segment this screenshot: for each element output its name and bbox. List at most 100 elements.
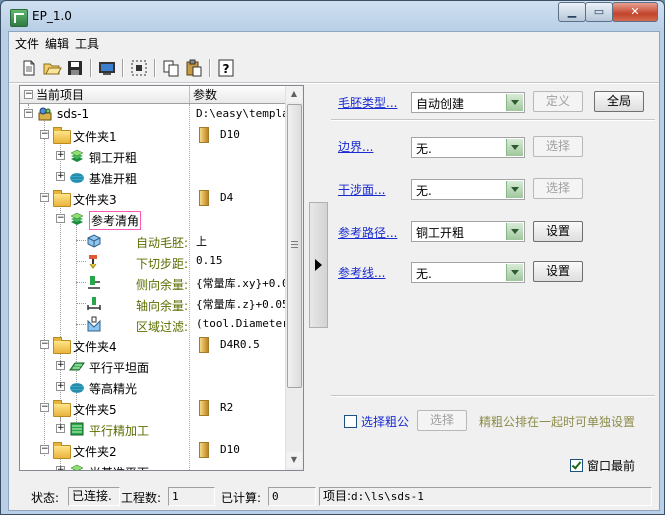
tree-item-label[interactable]: 基准开粗 <box>89 170 137 187</box>
new-file-icon[interactable] <box>19 58 39 78</box>
panel-toggle-splitter[interactable] <box>309 202 328 328</box>
tree-property-value[interactable]: {常量库.z}+0.05 <box>196 296 289 312</box>
expand-toggle[interactable]: + <box>56 172 65 181</box>
tree-folder-row[interactable]: − 文件夹2 D10 <box>20 440 292 461</box>
project-tree[interactable]: − 当前项目 参数 − sds-1 D:\easy\templat − 文件夹1 D10 +… <box>19 85 304 471</box>
scroll-down-button[interactable]: ▼ <box>286 452 302 468</box>
tree-folder-row[interactable]: − 文件夹4 D4R0.5 <box>20 335 292 356</box>
tree-row[interactable]: + 平行平坦面 <box>20 356 292 377</box>
tree-row[interactable]: − 参考清角 <box>20 209 292 230</box>
tree-row[interactable]: + 平行精加工 <box>20 419 292 440</box>
tree-property-row[interactable]: 轴向余量: {常量库.z}+0.05 <box>20 293 292 314</box>
tree-property-row[interactable]: 下切步距: 0.15 <box>20 251 292 272</box>
title-bar[interactable]: EP_1.0 ▁ ▭ ✕ <box>1 1 664 31</box>
ref-line-setup-button[interactable]: 设置 <box>533 261 583 282</box>
collapse-toggle[interactable]: − <box>40 445 49 454</box>
blank-type-link[interactable]: 毛胚类型... <box>338 94 397 111</box>
boundary-select-button[interactable]: 选择 <box>533 136 583 157</box>
expand-toggle[interactable]: + <box>56 424 65 433</box>
collapse-all-toggle[interactable]: − <box>24 90 33 99</box>
tree-col-param[interactable]: 参数 <box>193 87 217 103</box>
tree-item-label[interactable]: 文件夹2 <box>73 443 117 460</box>
scroll-thumb[interactable] <box>287 104 302 388</box>
define-button[interactable]: 定义 <box>533 91 583 112</box>
tree-folder-row[interactable]: − 文件夹3 D4 <box>20 188 292 209</box>
rough-select-checkbox[interactable] <box>344 415 357 428</box>
status-state-label: 状态: <box>31 491 60 505</box>
select-frame-icon[interactable] <box>129 58 149 78</box>
topmost-label[interactable]: 窗口最前 <box>587 457 635 474</box>
expand-toggle[interactable]: + <box>56 382 65 391</box>
tree-item-label[interactable]: 文件夹5 <box>73 401 117 418</box>
tree-item-label[interactable]: 文件夹1 <box>73 128 117 145</box>
tree-item-label[interactable]: 文件夹4 <box>73 338 117 355</box>
tree-item-label[interactable]: 参考清角 <box>89 211 142 230</box>
tree-vertical-scrollbar[interactable]: ▲ ▼ <box>285 86 303 470</box>
monitor-icon[interactable] <box>97 58 117 78</box>
blank-type-combo[interactable]: 自动创建 <box>411 92 525 113</box>
tree-folder-row[interactable]: − 文件夹5 R2 <box>20 398 292 419</box>
tree-property-row[interactable]: 侧向余量: {常量库.xy}+0.05 <box>20 272 292 293</box>
tree-row[interactable]: + 等高精光 <box>20 377 292 398</box>
expand-toggle[interactable]: + <box>56 361 65 370</box>
dropdown-arrow-icon[interactable] <box>506 139 523 156</box>
menu-file[interactable]: 文件 <box>13 32 43 52</box>
tree-item-label[interactable]: 光基准平面 <box>89 464 149 470</box>
tree-row[interactable]: − sds-1 D:\easy\templat <box>20 104 292 125</box>
collapse-toggle[interactable]: − <box>56 214 65 223</box>
interference-combo[interactable]: 无. <box>411 179 525 200</box>
dropdown-arrow-icon[interactable] <box>506 181 523 198</box>
ref-line-link[interactable]: 参考线... <box>338 264 385 281</box>
menu-edit[interactable]: 编辑 <box>43 32 73 52</box>
tree-property-row[interactable]: 区域过滤: (tool.Diameter- <box>20 314 292 335</box>
rough-select-button[interactable]: 选择 <box>417 410 467 431</box>
rough-select-label[interactable]: 选择粗公 <box>361 413 409 430</box>
minimize-button[interactable]: ▁ <box>558 2 586 22</box>
tree-item-label[interactable]: sds-1 <box>57 107 89 121</box>
collapse-toggle[interactable]: − <box>40 130 49 139</box>
tree-property-value[interactable]: {常量库.xy}+0.05 <box>196 275 292 291</box>
dropdown-arrow-icon[interactable] <box>506 223 523 240</box>
maximize-button[interactable]: ▭ <box>585 2 613 22</box>
ref-path-link[interactable]: 参考路径... <box>338 224 397 241</box>
tree-property-row[interactable]: 自动毛胚: 上 <box>20 230 292 251</box>
interference-link[interactable]: 干涉面... <box>338 181 385 198</box>
global-button[interactable]: 全局 <box>594 91 644 112</box>
tree-item-label[interactable]: 等高精光 <box>89 380 137 397</box>
tree-item-label[interactable]: 文件夹3 <box>73 191 117 208</box>
tree-col-item[interactable]: 当前项目 <box>36 87 84 103</box>
save-icon[interactable] <box>65 58 85 78</box>
expand-toggle[interactable]: + <box>56 466 65 470</box>
boundary-link[interactable]: 边界... <box>338 138 373 155</box>
copy-icon[interactable] <box>161 58 181 78</box>
tree-item-label[interactable]: 平行精加工 <box>89 422 149 439</box>
tree-property-value[interactable]: (tool.Diameter- <box>196 317 292 330</box>
collapse-toggle[interactable]: − <box>40 193 49 202</box>
help-icon[interactable]: ? <box>216 58 236 78</box>
collapse-toggle[interactable]: − <box>40 340 49 349</box>
menu-tools[interactable]: 工具 <box>73 32 103 52</box>
tree-item-label[interactable]: 平行平坦面 <box>89 359 149 376</box>
ref-path-combo[interactable]: 铜工开粗 <box>411 221 525 242</box>
ref-path-setup-button[interactable]: 设置 <box>533 221 583 242</box>
tree-property-value[interactable]: 上 <box>196 233 207 249</box>
close-button[interactable]: ✕ <box>612 2 658 22</box>
dropdown-arrow-icon[interactable] <box>506 264 523 281</box>
open-folder-icon[interactable] <box>42 58 62 78</box>
tree-property-value[interactable]: 0.15 <box>196 254 223 267</box>
collapse-toggle[interactable]: − <box>24 109 33 118</box>
tree-item-label[interactable]: 铜工开粗 <box>89 149 137 166</box>
tree-row[interactable]: + 基准开粗 <box>20 167 292 188</box>
ref-line-combo[interactable]: 无. <box>411 262 525 283</box>
paste-icon[interactable] <box>184 58 204 78</box>
collapse-toggle[interactable]: − <box>40 403 49 412</box>
tree-row[interactable]: + 铜工开粗 <box>20 146 292 167</box>
topmost-checkbox[interactable] <box>570 459 583 472</box>
tree-row[interactable]: + 光基准平面 <box>20 461 292 470</box>
dropdown-arrow-icon[interactable] <box>506 94 523 111</box>
expand-toggle[interactable]: + <box>56 151 65 160</box>
scroll-up-button[interactable]: ▲ <box>286 86 302 102</box>
boundary-combo[interactable]: 无. <box>411 137 525 158</box>
tree-folder-row[interactable]: − 文件夹1 D10 <box>20 125 292 146</box>
interference-select-button[interactable]: 选择 <box>533 178 583 199</box>
